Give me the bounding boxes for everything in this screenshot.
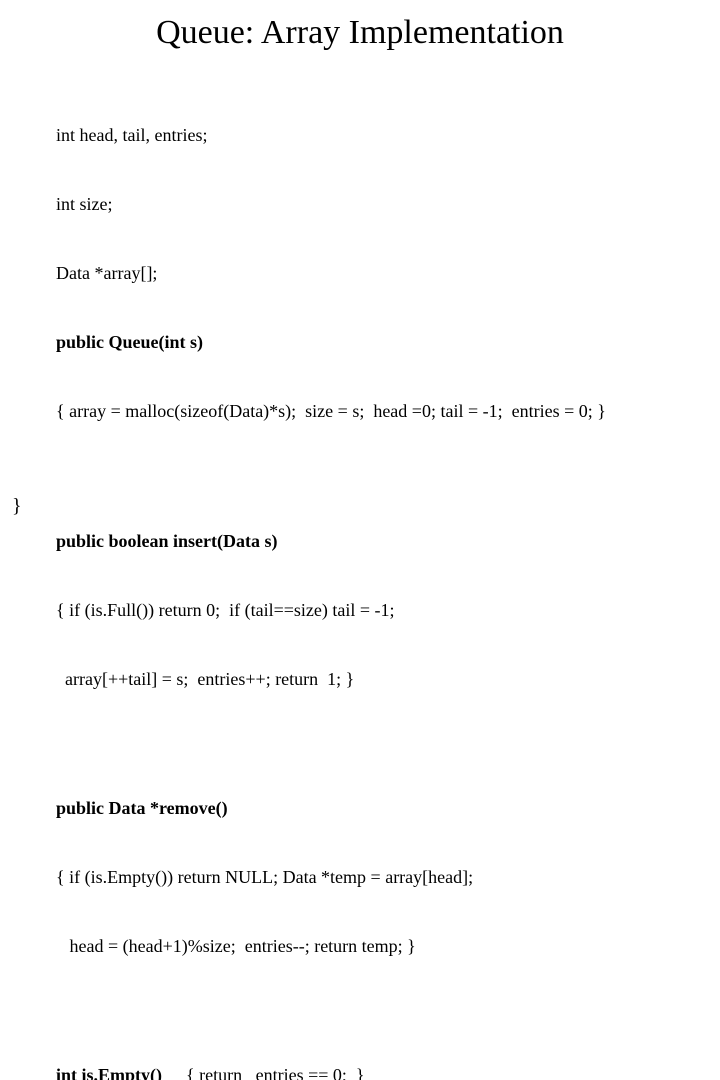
decl-line: int head, tail, entries; [56,124,696,147]
slide-title: Queue: Array Implementation [0,14,720,52]
insert-line: { if (is.Full()) return 0; if (tail==siz… [56,599,696,622]
remove-block: public Data *remove() { if (is.Empty()) … [56,751,696,1004]
slide-body: int head, tail, entries; int size; Data … [56,78,696,1080]
isempty-body: { return entries == 0; } [186,1064,365,1080]
remove-line: head = (head+1)%size; entries--; return … [56,935,696,958]
insert-line: array[++tail] = s; entries++; return 1; … [56,668,696,691]
insert-signature: public boolean insert(Data s) [56,530,696,553]
closing-brace: } [12,495,22,518]
constructor-body: { array = malloc(sizeof(Data)*s); size =… [56,400,696,423]
isempty-signature: int is.Empty() [56,1064,186,1080]
declarations-block: int head, tail, entries; int size; Data … [56,78,696,470]
decl-line: Data *array[]; [56,262,696,285]
remove-signature: public Data *remove() [56,797,696,820]
decl-line: int size; [56,193,696,216]
insert-block: public boolean insert(Data s) { if (is.F… [56,484,696,737]
isempty-row: int is.Empty() { return entries == 0; } [56,1064,696,1080]
constructor-signature: public Queue(int s) [56,331,696,354]
helper-block: int is.Empty() { return entries == 0; } … [56,1018,696,1080]
slide: Queue: Array Implementation int head, ta… [0,0,720,540]
remove-line: { if (is.Empty()) return NULL; Data *tem… [56,866,696,889]
